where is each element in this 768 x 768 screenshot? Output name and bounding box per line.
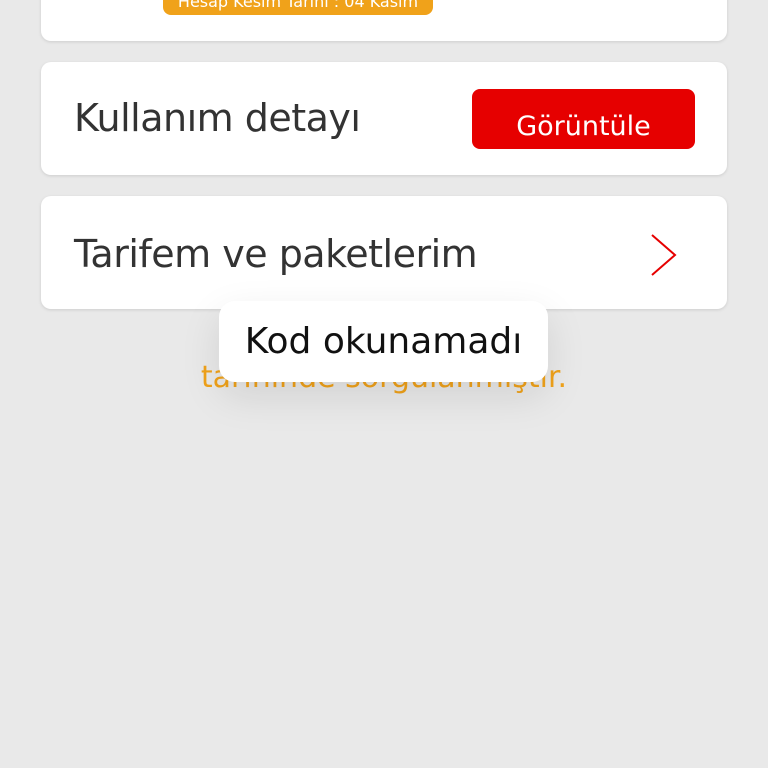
tariff-packages-label: Tarifem ve paketlerim	[74, 232, 478, 276]
tariff-packages-card[interactable]: Tarifem ve paketlerim	[41, 196, 727, 309]
billing-date-text: Hesap Kesim Tarihi : 04 Kasım	[177, 0, 419, 11]
usage-detail-label: Kullanım detayı	[74, 96, 361, 140]
billing-card: Hesap Kesim Tarihi : 04 Kasım	[41, 0, 727, 41]
screen: Hesap Kesim Tarihi : 04 Kasım Kullanım d…	[0, 0, 768, 768]
billing-date-badge: Hesap Kesim Tarihi : 04 Kasım	[163, 0, 433, 15]
toast-text: Kod okunamadı	[244, 321, 523, 362]
view-button[interactable]: Görüntüle	[472, 89, 695, 149]
view-button-label: Görüntüle	[516, 111, 651, 142]
chevron-right-icon[interactable]	[637, 229, 685, 277]
usage-detail-card: Kullanım detayı Görüntüle	[41, 62, 727, 175]
toast-message: Kod okunamadı	[219, 301, 548, 382]
